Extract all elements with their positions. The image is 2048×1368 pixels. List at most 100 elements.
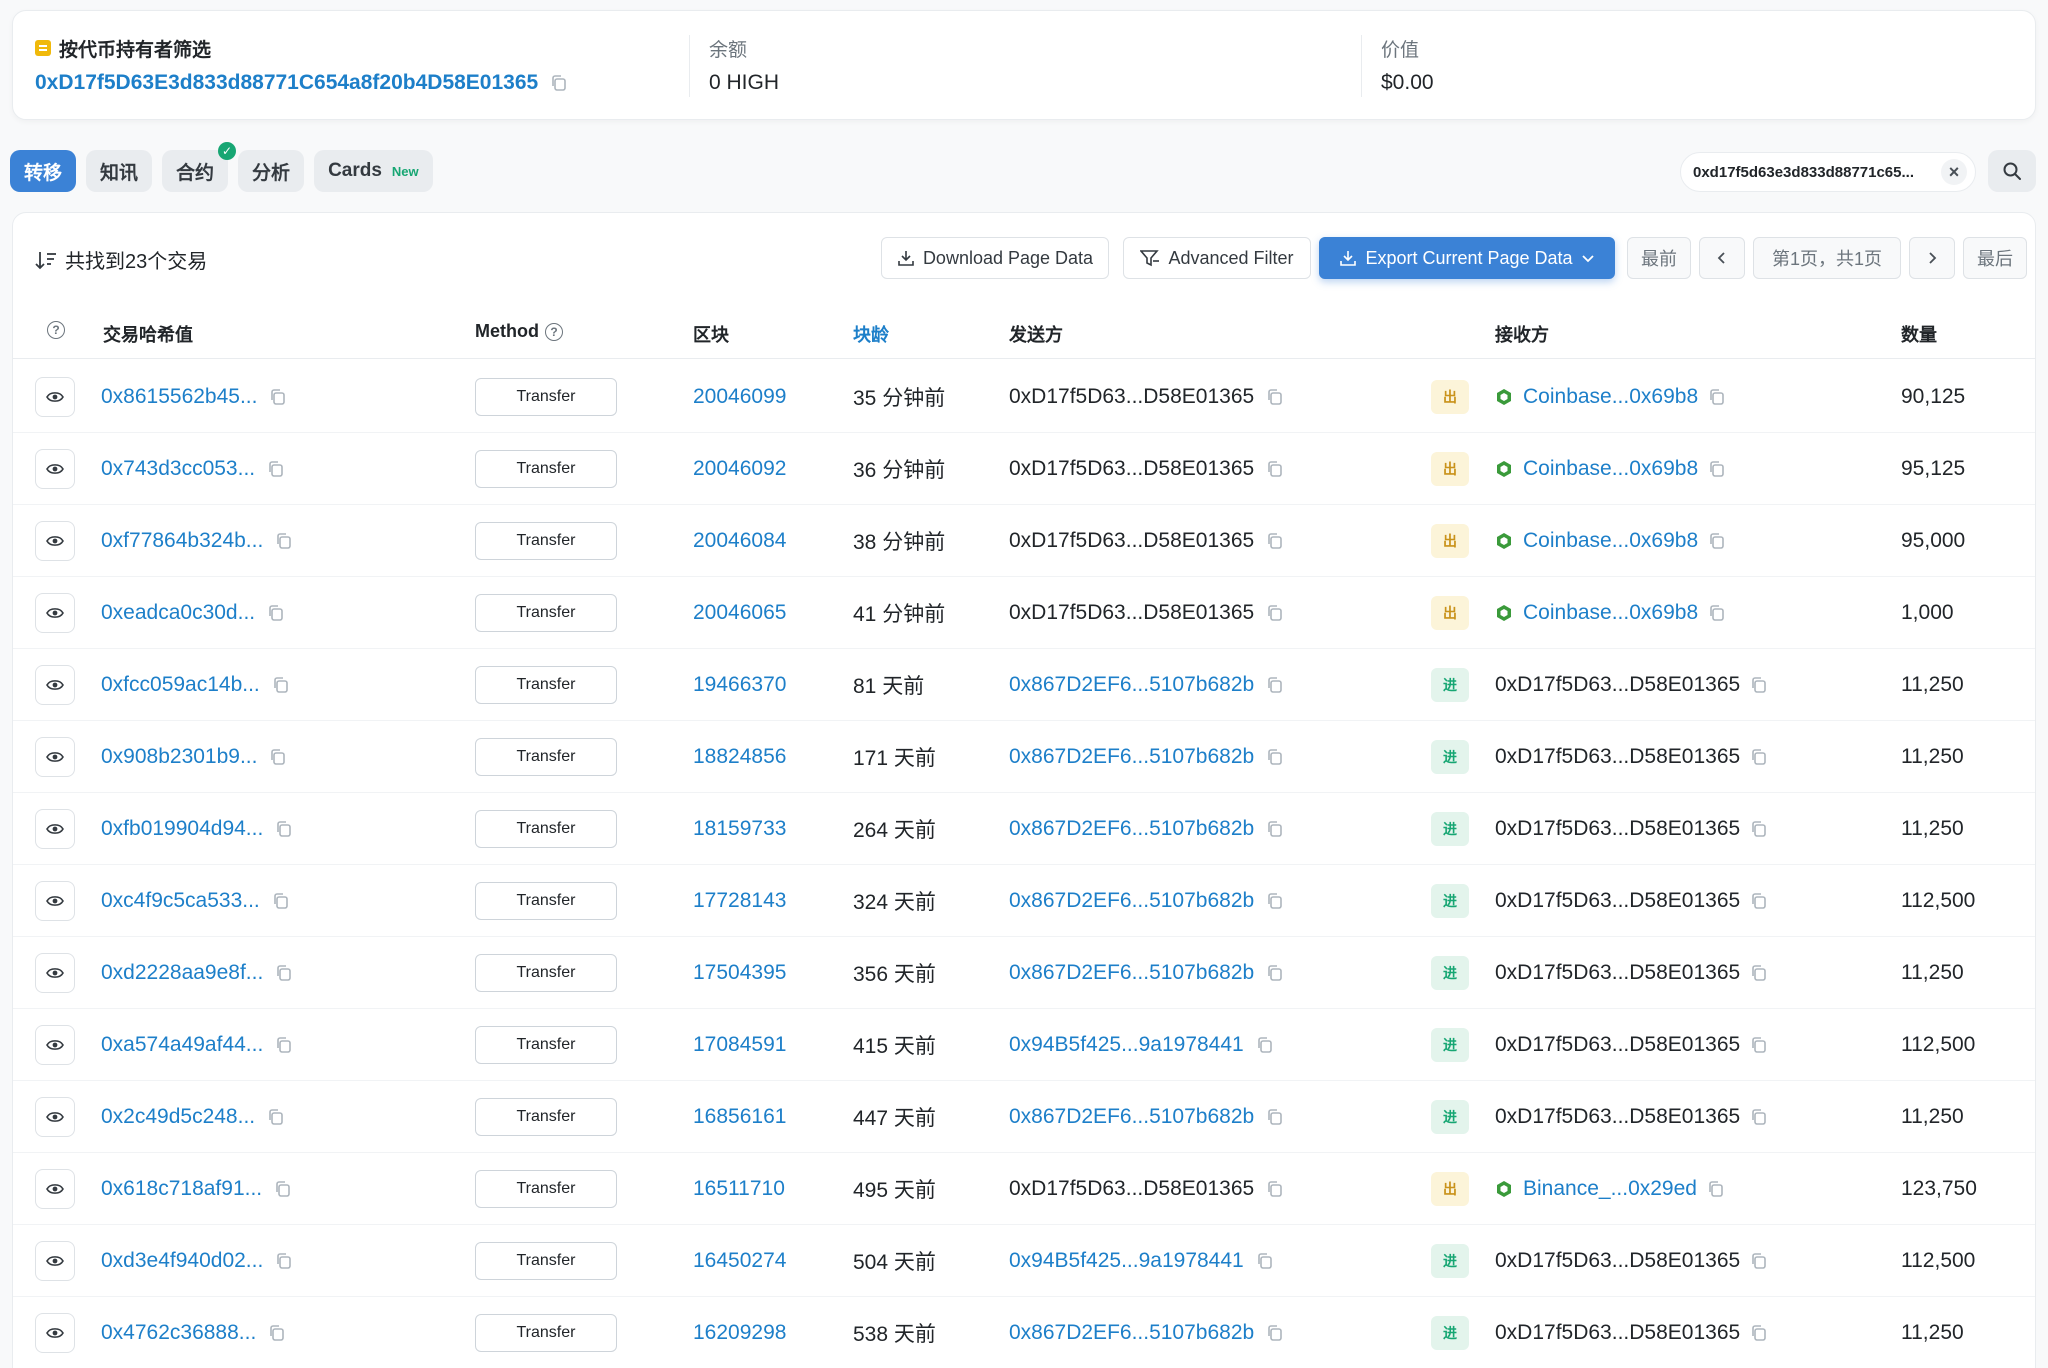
help-icon-header[interactable]: ? xyxy=(47,321,65,339)
eye-icon[interactable] xyxy=(35,1169,75,1209)
eye-icon[interactable] xyxy=(35,665,75,705)
copy-icon[interactable] xyxy=(1708,460,1726,478)
from-address[interactable]: 0x94B5f425...9a1978441 xyxy=(1009,1033,1244,1057)
from-address[interactable]: 0x867D2EF6...5107b682b xyxy=(1009,961,1254,985)
to-address[interactable]: Coinbase...0x69b8 xyxy=(1523,385,1698,409)
from-address[interactable]: 0x867D2EF6...5107b682b xyxy=(1009,673,1254,697)
tab-info[interactable]: 知讯 xyxy=(86,150,153,192)
tx-hash-link[interactable]: 0x618c718af91... xyxy=(101,1177,262,1201)
block-link[interactable]: 16511710 xyxy=(693,1177,785,1201)
block-link[interactable]: 16209298 xyxy=(693,1321,786,1345)
copy-icon[interactable] xyxy=(1266,820,1284,838)
eye-icon[interactable] xyxy=(35,953,75,993)
copy-icon[interactable] xyxy=(1266,748,1284,766)
copy-icon[interactable] xyxy=(268,1324,286,1342)
download-page-data-button[interactable]: Download Page Data xyxy=(881,237,1109,279)
block-link[interactable]: 16450274 xyxy=(693,1249,786,1273)
tx-hash-link[interactable]: 0xfcc059ac14b... xyxy=(101,673,260,697)
copy-icon[interactable] xyxy=(275,1252,293,1270)
tx-hash-link[interactable]: 0x2c49d5c248... xyxy=(101,1105,255,1129)
copy-icon[interactable] xyxy=(275,820,293,838)
close-icon[interactable]: × xyxy=(1941,159,1967,185)
filter-address-link[interactable]: 0xD17f5D63E3d833d88771C654a8f20b4D58E013… xyxy=(35,71,538,95)
block-link[interactable]: 17728143 xyxy=(693,889,786,913)
from-address[interactable]: 0x867D2EF6...5107b682b xyxy=(1009,1321,1254,1345)
to-address[interactable]: Coinbase...0x69b8 xyxy=(1523,601,1698,625)
tx-hash-link[interactable]: 0x8615562b45... xyxy=(101,385,257,409)
copy-icon[interactable] xyxy=(1708,388,1726,406)
export-current-page-button[interactable]: Export Current Page Data xyxy=(1319,237,1615,279)
copy-icon[interactable] xyxy=(1266,1108,1284,1126)
copy-icon[interactable] xyxy=(1750,820,1768,838)
copy-icon[interactable] xyxy=(1256,1252,1274,1270)
copy-icon[interactable] xyxy=(1266,604,1284,622)
block-link[interactable]: 20046065 xyxy=(693,601,786,625)
eye-icon[interactable] xyxy=(35,593,75,633)
advanced-filter-button[interactable]: Advanced Filter xyxy=(1123,237,1311,279)
question-icon[interactable]: ? xyxy=(544,322,563,341)
copy-icon[interactable] xyxy=(1750,1252,1768,1270)
eye-icon[interactable] xyxy=(35,1025,75,1065)
first-page-button[interactable]: 最前 xyxy=(1627,237,1691,279)
column-age[interactable]: 块龄 xyxy=(853,321,889,347)
copy-icon[interactable] xyxy=(275,964,293,982)
copy-icon[interactable] xyxy=(1750,892,1768,910)
block-link[interactable]: 17504395 xyxy=(693,961,786,985)
copy-icon[interactable] xyxy=(267,604,285,622)
copy-icon[interactable] xyxy=(550,74,568,92)
copy-icon[interactable] xyxy=(1266,964,1284,982)
eye-icon[interactable] xyxy=(35,1097,75,1137)
copy-icon[interactable] xyxy=(272,892,290,910)
copy-icon[interactable] xyxy=(275,1036,293,1054)
eye-icon[interactable] xyxy=(35,1241,75,1281)
search-button[interactable] xyxy=(1988,150,2036,192)
eye-icon[interactable] xyxy=(35,881,75,921)
block-link[interactable]: 19466370 xyxy=(693,673,786,697)
tx-hash-link[interactable]: 0x743d3cc053... xyxy=(101,457,255,481)
copy-icon[interactable] xyxy=(1266,1324,1284,1342)
tx-hash-link[interactable]: 0xf77864b324b... xyxy=(101,529,263,553)
copy-icon[interactable] xyxy=(275,532,293,550)
tab-analytics[interactable]: 分析 xyxy=(238,150,305,192)
eye-icon[interactable] xyxy=(35,521,75,561)
copy-icon[interactable] xyxy=(1256,1036,1274,1054)
from-address[interactable]: 0x94B5f425...9a1978441 xyxy=(1009,1249,1244,1273)
block-link[interactable]: 20046092 xyxy=(693,457,786,481)
next-page-button[interactable] xyxy=(1909,237,1955,279)
eye-icon[interactable] xyxy=(35,449,75,489)
eye-icon[interactable] xyxy=(35,809,75,849)
tx-hash-link[interactable]: 0xd3e4f940d02... xyxy=(101,1249,263,1273)
to-address[interactable]: Coinbase...0x69b8 xyxy=(1523,529,1698,553)
from-address[interactable]: 0x867D2EF6...5107b682b xyxy=(1009,745,1254,769)
from-address[interactable]: 0x867D2EF6...5107b682b xyxy=(1009,817,1254,841)
eye-icon[interactable] xyxy=(35,737,75,777)
tab-cards[interactable]: Cards New xyxy=(314,150,433,192)
block-link[interactable]: 18824856 xyxy=(693,745,786,769)
copy-icon[interactable] xyxy=(1708,604,1726,622)
from-address[interactable]: 0x867D2EF6...5107b682b xyxy=(1009,889,1254,913)
last-page-button[interactable]: 最后 xyxy=(1963,237,2027,279)
eye-icon[interactable] xyxy=(35,377,75,417)
tx-hash-link[interactable]: 0xd2228aa9e8f... xyxy=(101,961,263,985)
copy-icon[interactable] xyxy=(269,748,287,766)
to-address[interactable]: Binance_...0x29ed xyxy=(1523,1177,1697,1201)
copy-icon[interactable] xyxy=(1750,1108,1768,1126)
copy-icon[interactable] xyxy=(1707,1180,1725,1198)
to-address[interactable]: Coinbase...0x69b8 xyxy=(1523,457,1698,481)
copy-icon[interactable] xyxy=(1750,1036,1768,1054)
tab-contract[interactable]: 合约 ✓ xyxy=(162,142,237,192)
block-link[interactable]: 20046099 xyxy=(693,385,786,409)
copy-icon[interactable] xyxy=(1266,1180,1284,1198)
block-link[interactable]: 17084591 xyxy=(693,1033,786,1057)
copy-icon[interactable] xyxy=(1708,532,1726,550)
copy-icon[interactable] xyxy=(1266,676,1284,694)
copy-icon[interactable] xyxy=(272,676,290,694)
block-link[interactable]: 18159733 xyxy=(693,817,786,841)
tx-hash-link[interactable]: 0xc4f9c5ca533... xyxy=(101,889,260,913)
from-address[interactable]: 0x867D2EF6...5107b682b xyxy=(1009,1105,1254,1129)
eye-icon[interactable] xyxy=(35,1313,75,1353)
tx-hash-link[interactable]: 0xfb019904d94... xyxy=(101,817,263,841)
copy-icon[interactable] xyxy=(1266,460,1284,478)
copy-icon[interactable] xyxy=(1750,964,1768,982)
copy-icon[interactable] xyxy=(1266,388,1284,406)
